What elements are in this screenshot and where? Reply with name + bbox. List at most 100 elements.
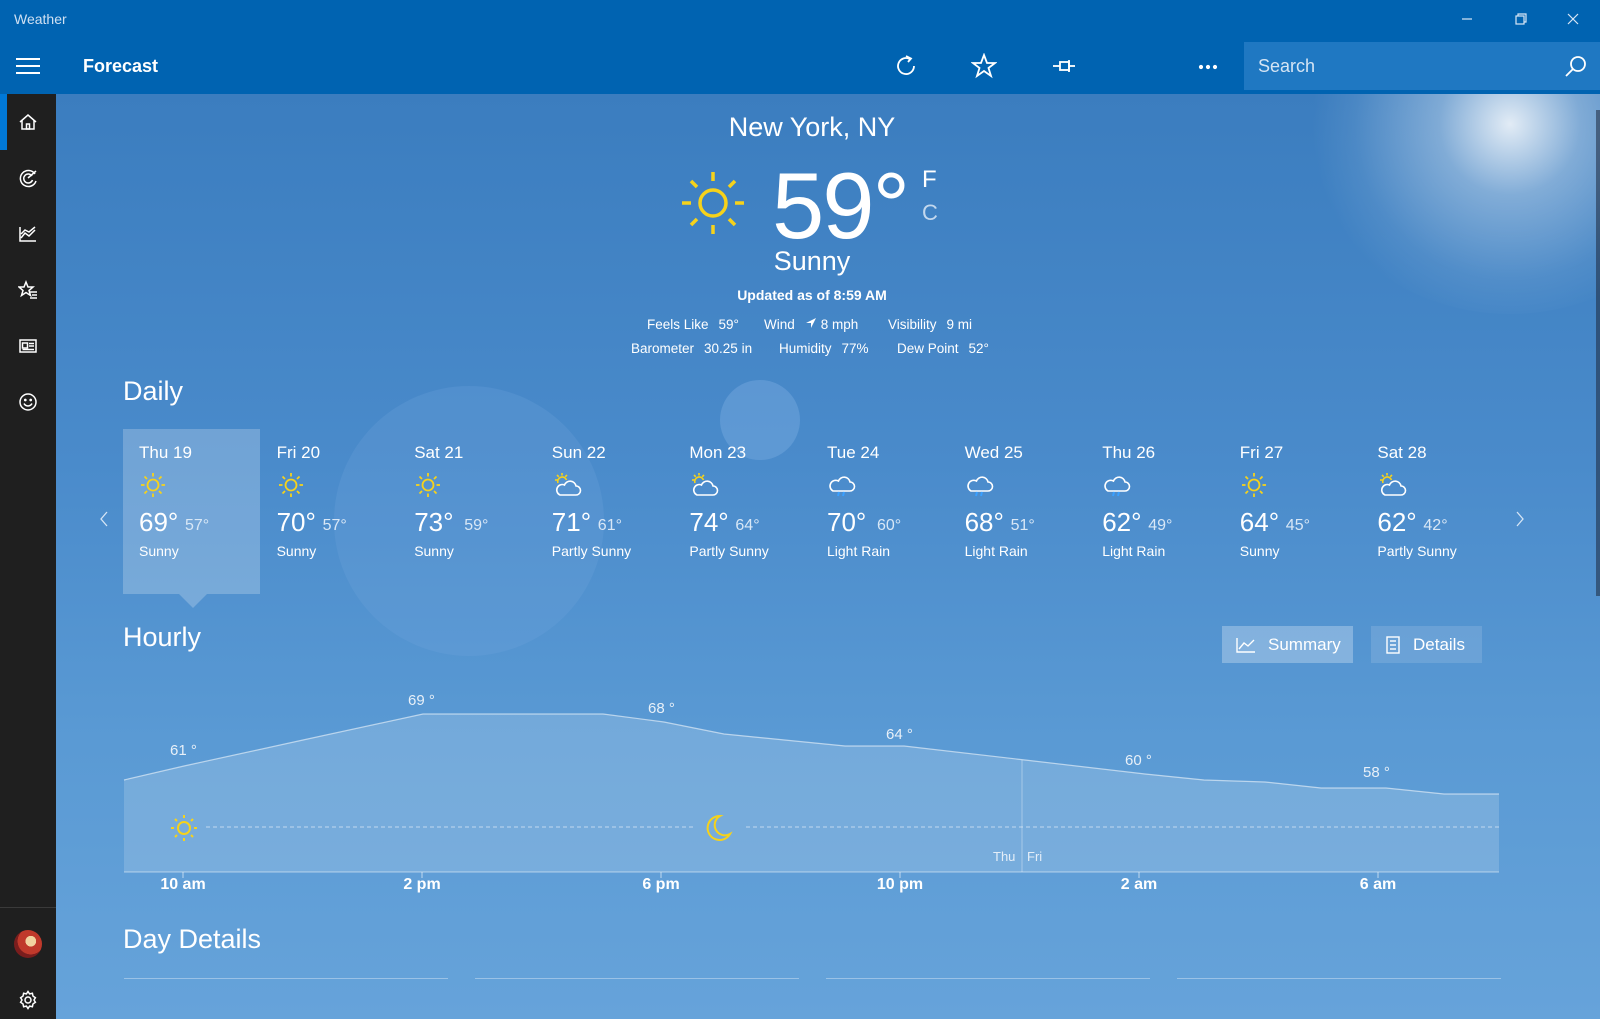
feedback-smiley-icon — [19, 393, 37, 411]
restore-button[interactable] — [1494, 0, 1548, 38]
stat-humidity: Humidity 77% — [779, 341, 869, 356]
more-icon — [1198, 64, 1218, 70]
line-chart-icon — [1236, 637, 1255, 653]
refresh-button[interactable] — [886, 46, 926, 86]
day-condition: Sunny — [139, 543, 179, 559]
hourly-time-label: 6 pm — [642, 876, 680, 893]
nav-forecast[interactable] — [0, 94, 56, 150]
minimize-button[interactable] — [1440, 0, 1494, 38]
restore-icon — [1515, 13, 1527, 25]
search-input[interactable] — [1244, 42, 1544, 90]
settings-gear-icon — [19, 990, 37, 1010]
rain-cloud-icon — [965, 471, 995, 504]
hourly-time-label: 10 pm — [876, 876, 924, 893]
close-button[interactable] — [1546, 0, 1600, 38]
more-button[interactable] — [1188, 46, 1228, 86]
nav-maps[interactable] — [0, 150, 56, 206]
day-condition: Partly Sunny — [551, 543, 632, 559]
daily-card-2[interactable]: Sat 21 73° 59° Sunny — [398, 429, 535, 594]
home-icon — [19, 114, 37, 130]
nav-news[interactable] — [0, 318, 56, 374]
day-condition: Sunny — [1239, 543, 1280, 559]
title-bar: Weather — [0, 0, 1600, 38]
day-high-temp: 62° — [1102, 507, 1142, 537]
stat-visibility: Visibility 9 mi — [888, 317, 973, 332]
day-condition: Light Rain — [1102, 543, 1166, 559]
day-name: Sat 28 — [1377, 443, 1427, 462]
hourly-title: Hourly — [123, 622, 202, 652]
daily-title: Daily — [123, 376, 184, 406]
day-condition: Sunny — [276, 543, 317, 559]
selected-pointer — [179, 594, 207, 608]
day-low-temp: 42° — [1423, 517, 1448, 534]
day-high-temp: 69° — [139, 507, 179, 537]
wind-direction-icon — [805, 318, 816, 328]
day-low-temp: 64° — [735, 517, 760, 534]
day-name: Mon 23 — [689, 443, 747, 462]
nav-account[interactable] — [0, 916, 56, 972]
pin-button[interactable] — [1044, 46, 1084, 86]
unit-celsius-toggle[interactable]: C — [922, 200, 938, 226]
search-box — [1244, 42, 1600, 90]
sun-icon — [414, 471, 442, 504]
command-bar: Forecast — [0, 38, 1600, 94]
day-low-temp: 45° — [1285, 517, 1310, 534]
nav-feedback[interactable] — [0, 374, 56, 430]
day-high-temp: 64° — [1239, 507, 1280, 537]
nav-favorites[interactable] — [0, 262, 56, 318]
details-divider — [1177, 978, 1501, 979]
hourly-temp-label: 61 ° — [170, 742, 197, 759]
unit-fahrenheit-toggle[interactable]: F — [922, 166, 937, 194]
partly-sunny-icon — [552, 471, 582, 504]
hamburger-menu-button[interactable] — [10, 48, 46, 84]
day-name: Thu 19 — [139, 443, 192, 462]
partly-sunny-icon — [1377, 471, 1407, 504]
daily-next-arrow[interactable] — [1510, 507, 1530, 531]
daily-card-0[interactable]: Thu 19 69° 57° Sunny — [123, 429, 260, 608]
day-low-temp: 61° — [597, 517, 622, 534]
day-low-temp: 59° — [464, 517, 489, 534]
nav-settings[interactable] — [0, 972, 56, 1019]
day-name: Fri 20 — [276, 443, 321, 462]
favorite-button[interactable] — [964, 46, 1004, 86]
day-condition: Light Rain — [964, 543, 1028, 559]
radar-icon — [19, 169, 37, 188]
daily-card-7[interactable]: Thu 26 62° 49° Light Rain — [1086, 429, 1223, 594]
details-divider — [826, 978, 1150, 979]
details-divider — [124, 978, 448, 979]
nav-historical-weather[interactable] — [0, 206, 56, 262]
day-name: Sun 22 — [551, 443, 606, 462]
sun-icon — [277, 471, 305, 504]
day-high-temp: 70° — [827, 507, 867, 537]
dark-mode-button[interactable] — [1120, 46, 1160, 86]
day-name: Tue 24 — [827, 443, 880, 462]
scrollbar[interactable] — [1596, 110, 1600, 596]
day-condition: Light Rain — [827, 543, 891, 559]
daily-card-3[interactable]: Sun 22 71° 61° Partly Sunny — [536, 429, 673, 594]
daily-card-8[interactable]: Fri 27 64° 45° Sunny — [1224, 429, 1361, 594]
current-condition: Sunny — [773, 246, 851, 276]
day-low-temp: 60° — [877, 517, 902, 534]
day-high-temp: 68° — [964, 507, 1004, 537]
daily-prev-arrow[interactable] — [94, 507, 114, 531]
day-divider-thu: Thu — [993, 849, 1016, 864]
news-icon — [19, 339, 37, 353]
places-icon — [18, 280, 37, 299]
day-name: Wed 25 — [964, 443, 1023, 462]
daily-card-5[interactable]: Tue 24 70° 60° Light Rain — [811, 429, 948, 594]
daily-card-1[interactable]: Fri 20 70° 57° Sunny — [261, 429, 398, 594]
details-toggle-button[interactable]: Details — [1371, 626, 1482, 663]
day-low-temp: 57° — [185, 517, 210, 534]
daily-card-4[interactable]: Mon 23 74° 64° Partly Sunny — [673, 429, 810, 594]
hourly-temp-area — [124, 714, 1499, 872]
day-condition: Partly Sunny — [1377, 543, 1457, 559]
daily-card-6[interactable]: Wed 25 68° 51° Light Rain — [949, 429, 1086, 594]
chevron-left-icon — [100, 511, 108, 527]
day-details-title: Day Details — [123, 924, 262, 954]
nav-separator — [0, 907, 56, 908]
refresh-icon — [897, 55, 915, 75]
search-button[interactable] — [1560, 50, 1592, 82]
daily-card-9[interactable]: Sat 28 62° 42° Partly Sunny — [1361, 429, 1498, 594]
hourly-chart — [123, 713, 1499, 878]
summary-toggle-button[interactable]: Summary — [1222, 626, 1353, 663]
